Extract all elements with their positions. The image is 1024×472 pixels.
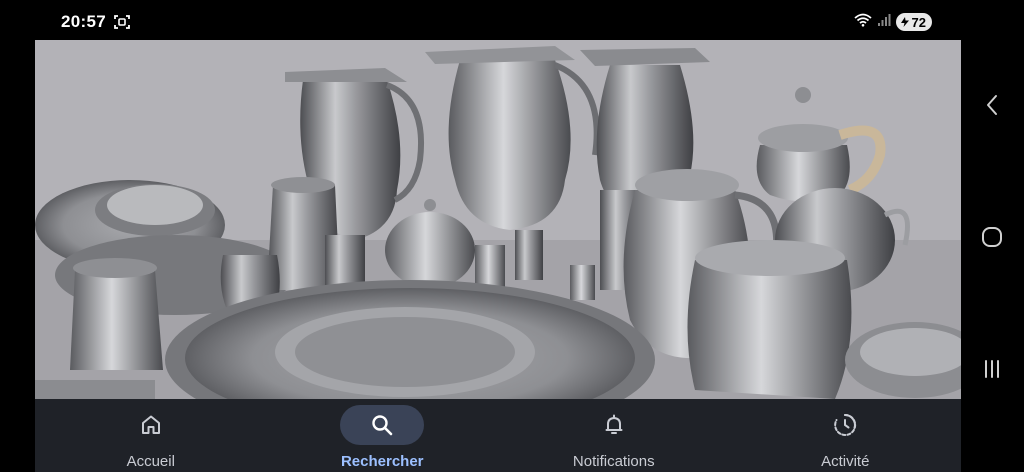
nav-icon-container bbox=[572, 405, 656, 445]
status-icons: 72 bbox=[853, 12, 932, 32]
back-button[interactable] bbox=[977, 90, 1007, 120]
phone-screen: 20:57 72 Accueil Rechercher Notification… bbox=[0, 0, 1024, 472]
home-circle-icon bbox=[982, 227, 1002, 247]
nav-item-notifications[interactable]: Notifications bbox=[498, 399, 730, 472]
nav-label-activity: Activité bbox=[821, 453, 870, 470]
nav-icon-container bbox=[109, 405, 193, 445]
home-icon bbox=[141, 415, 160, 434]
battery-icon bbox=[900, 17, 909, 27]
recents-button[interactable] bbox=[977, 354, 1007, 384]
system-navigation-bar bbox=[961, 0, 1024, 472]
wifi-icon bbox=[853, 13, 872, 32]
bottom-navigation: Accueil Rechercher Notifications Activit… bbox=[35, 399, 961, 472]
signal-icon bbox=[877, 13, 891, 32]
status-bar: 20:57 72 bbox=[0, 0, 1024, 40]
nav-label-search: Rechercher bbox=[340, 453, 424, 470]
screenshot-icon bbox=[114, 14, 130, 30]
bell-icon bbox=[605, 414, 623, 434]
status-time: 20:57 bbox=[61, 12, 106, 31]
nav-label-notifications: Notifications bbox=[572, 453, 655, 470]
nav-label-home: Accueil bbox=[126, 453, 175, 470]
nav-item-search[interactable]: Rechercher bbox=[267, 399, 499, 472]
pewter-collection-image[interactable] bbox=[35, 40, 961, 399]
recents-icon bbox=[985, 360, 999, 378]
nav-item-home[interactable]: Accueil bbox=[35, 399, 267, 472]
nav-item-activity[interactable]: Activité bbox=[730, 399, 962, 472]
nav-icon-container bbox=[803, 405, 887, 445]
battery-level: 72 bbox=[911, 14, 926, 30]
battery-indicator: 72 bbox=[895, 13, 932, 31]
home-button[interactable] bbox=[977, 222, 1007, 252]
search-icon bbox=[372, 415, 393, 436]
nav-icon-container bbox=[340, 405, 425, 445]
back-icon bbox=[987, 95, 997, 115]
activity-icon bbox=[834, 413, 857, 436]
